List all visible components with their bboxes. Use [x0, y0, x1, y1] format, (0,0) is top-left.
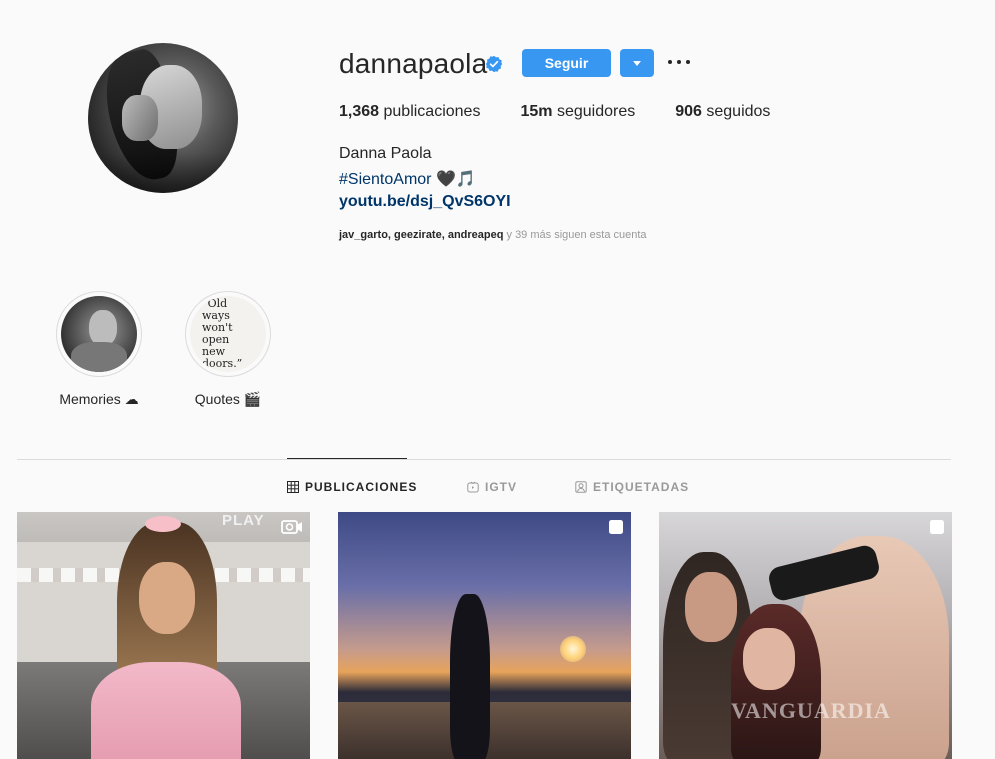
- more-options-button[interactable]: [668, 52, 690, 72]
- chevron-down-icon: [633, 60, 641, 66]
- avatar-hand: [122, 95, 158, 141]
- following-stat[interactable]: 906 seguidos: [675, 103, 770, 121]
- posts-count-stat: 1,368 publicaciones: [339, 103, 480, 121]
- bio-hashtag-link[interactable]: #SientoAmor: [339, 171, 432, 188]
- posts-count: 1,368: [339, 103, 380, 120]
- highlight-memories[interactable]: Memories ☁: [44, 291, 154, 408]
- carousel-icon: [609, 520, 623, 534]
- followers-count: 15m: [520, 103, 553, 120]
- igtv-icon: [467, 481, 479, 493]
- highlight-cover-image: [61, 296, 137, 372]
- silhouette-figure: [450, 594, 490, 759]
- profile-username: dannapaola: [339, 48, 488, 79]
- dot-icon: [677, 60, 681, 64]
- bio-external-link[interactable]: youtu.be/dsj_QvS6OYI: [339, 193, 511, 211]
- person-left-face: [685, 572, 737, 642]
- tagged-icon: [575, 481, 587, 493]
- highlight-quotes[interactable]: “Old ways won't open new doors.” Quotes …: [173, 291, 283, 408]
- cover-body: [71, 342, 127, 372]
- highlight-ring: “Old ways won't open new doors.”: [185, 291, 271, 377]
- followers-stat[interactable]: 15m seguidores: [520, 103, 635, 121]
- tab-label: ETIQUETADAS: [593, 480, 690, 494]
- highlight-cover-quote: “Old ways won't open new doors.”: [190, 296, 266, 372]
- tab-label: IGTV: [485, 480, 518, 494]
- active-tab-indicator: [287, 458, 407, 459]
- highlight-label: Memories ☁: [59, 391, 139, 407]
- tab-label: PUBLICACIONES: [305, 480, 418, 494]
- posts-label: publicaciones: [383, 103, 481, 120]
- tab-posts[interactable]: PUBLICACIONES: [287, 480, 417, 494]
- highlight-label: Quotes 🎬: [194, 391, 262, 407]
- cover-face: [89, 310, 117, 346]
- person-center-face: [743, 628, 795, 690]
- post-overlay-text: PLAY: [222, 512, 265, 529]
- post-thumbnail[interactable]: VANGUARDIA: [659, 512, 952, 759]
- watermark-text: VANGUARDIA: [731, 698, 891, 723]
- highlight-ring: [56, 291, 142, 377]
- profile-avatar[interactable]: [88, 43, 238, 193]
- post-thumbnail[interactable]: [338, 512, 631, 759]
- tab-tagged[interactable]: ETIQUETADAS: [575, 480, 689, 494]
- tab-igtv[interactable]: IGTV: [467, 480, 517, 494]
- profile-full-name: Danna Paola: [339, 145, 432, 162]
- tabs-divider: [17, 459, 951, 460]
- followed-by-suffix: y 39 más siguen esta cuenta: [503, 229, 647, 241]
- following-count: 906: [675, 103, 702, 120]
- post-thumbnail[interactable]: PLAY: [17, 512, 310, 759]
- hair-bow: [145, 516, 181, 532]
- suggestions-dropdown-button[interactable]: [620, 49, 654, 77]
- verified-badge-icon: [485, 55, 503, 73]
- carousel-icon: [930, 520, 944, 534]
- bio-emoji: 🖤🎵: [435, 171, 476, 188]
- avatar-shade: [88, 153, 238, 193]
- following-label: seguidos: [706, 103, 771, 120]
- video-icon: [281, 520, 302, 534]
- dot-icon: [668, 60, 672, 64]
- follow-button[interactable]: Seguir: [522, 49, 611, 77]
- dot-icon: [686, 60, 690, 64]
- profile-stats: 1,368 publicaciones 15m seguidores 906 s…: [339, 103, 810, 121]
- subject-face: [139, 562, 195, 634]
- grid-icon: [287, 481, 299, 493]
- subject-outfit: [91, 662, 241, 759]
- followers-label: seguidores: [556, 103, 636, 120]
- sunset-sun: [560, 636, 586, 662]
- followed-by-text[interactable]: jav_garto, geezirate, andreapeq y 39 más…: [339, 229, 647, 241]
- followed-by-users: jav_garto, geezirate, andreapeq: [339, 229, 504, 241]
- profile-bio: #SientoAmor 🖤🎵: [339, 169, 476, 189]
